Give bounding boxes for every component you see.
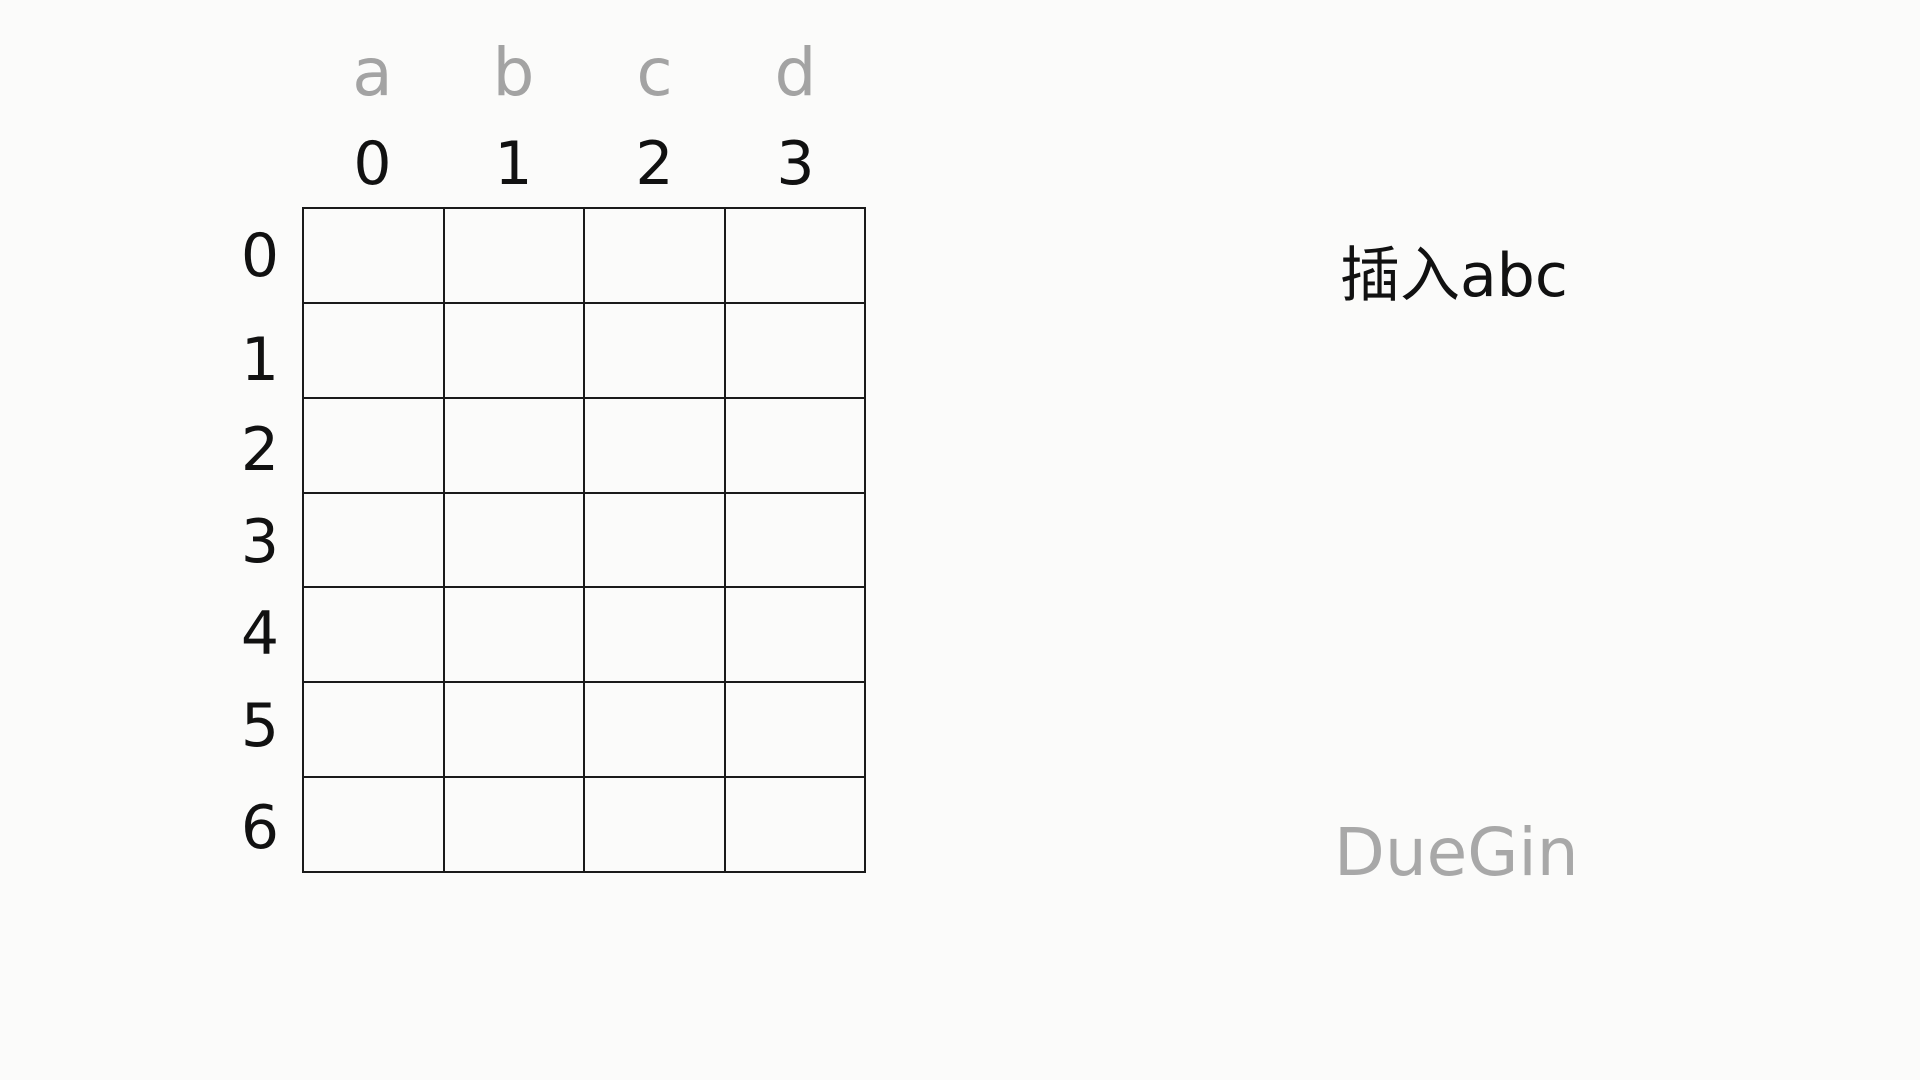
table-grid [302, 207, 866, 873]
grid-cell-0-2 [585, 209, 726, 304]
column-index-2: 2 [635, 129, 674, 199]
column-letter-d: d [774, 34, 817, 111]
grid-cell-5-2 [585, 683, 726, 779]
column-letter-c: c [636, 34, 673, 111]
grid-cell-0-1 [444, 209, 585, 304]
grid-cell-3-3 [725, 493, 866, 589]
grid-cell-3-2 [585, 493, 726, 589]
grid-cell-3-1 [444, 493, 585, 589]
grid-cell-5-3 [725, 683, 866, 779]
grid-cell-4-3 [725, 588, 866, 684]
grid-cell-5-0 [304, 683, 445, 779]
row-index-6: 6 [240, 793, 280, 863]
row-index-0: 0 [240, 221, 280, 291]
grid-cell-6-2 [585, 778, 726, 873]
column-index-0: 0 [353, 129, 392, 199]
grid-cell-6-1 [444, 778, 585, 873]
grid-cell-6-3 [725, 778, 866, 873]
watermark: DueGin [1334, 814, 1579, 891]
grid-cell-4-0 [304, 588, 445, 684]
grid-cell-2-2 [585, 398, 726, 494]
column-index-1: 1 [494, 129, 533, 199]
grid-cell-5-1 [444, 683, 585, 779]
grid-cell-0-3 [725, 209, 866, 304]
grid-cell-4-2 [585, 588, 726, 684]
grid-cell-1-3 [725, 303, 866, 399]
caption: 插入abc [1340, 241, 1568, 311]
grid-cell-2-3 [725, 398, 866, 494]
grid-cell-3-0 [304, 493, 445, 589]
grid-cell-1-2 [585, 303, 726, 399]
column-index-3: 3 [776, 129, 815, 199]
grid-cell-6-0 [304, 778, 445, 873]
grid-cell-4-1 [444, 588, 585, 684]
row-index-5: 5 [240, 691, 280, 761]
column-letter-b: b [492, 34, 535, 111]
grid-cell-2-1 [444, 398, 585, 494]
column-letter-a: a [352, 34, 393, 111]
row-index-4: 4 [240, 599, 280, 669]
row-index-3: 3 [240, 507, 280, 577]
grid-cell-2-0 [304, 398, 445, 494]
grid-cell-0-0 [304, 209, 445, 304]
grid-cell-1-1 [444, 303, 585, 399]
row-index-1: 1 [240, 325, 280, 395]
row-index-2: 2 [240, 415, 280, 485]
grid-cell-1-0 [304, 303, 445, 399]
